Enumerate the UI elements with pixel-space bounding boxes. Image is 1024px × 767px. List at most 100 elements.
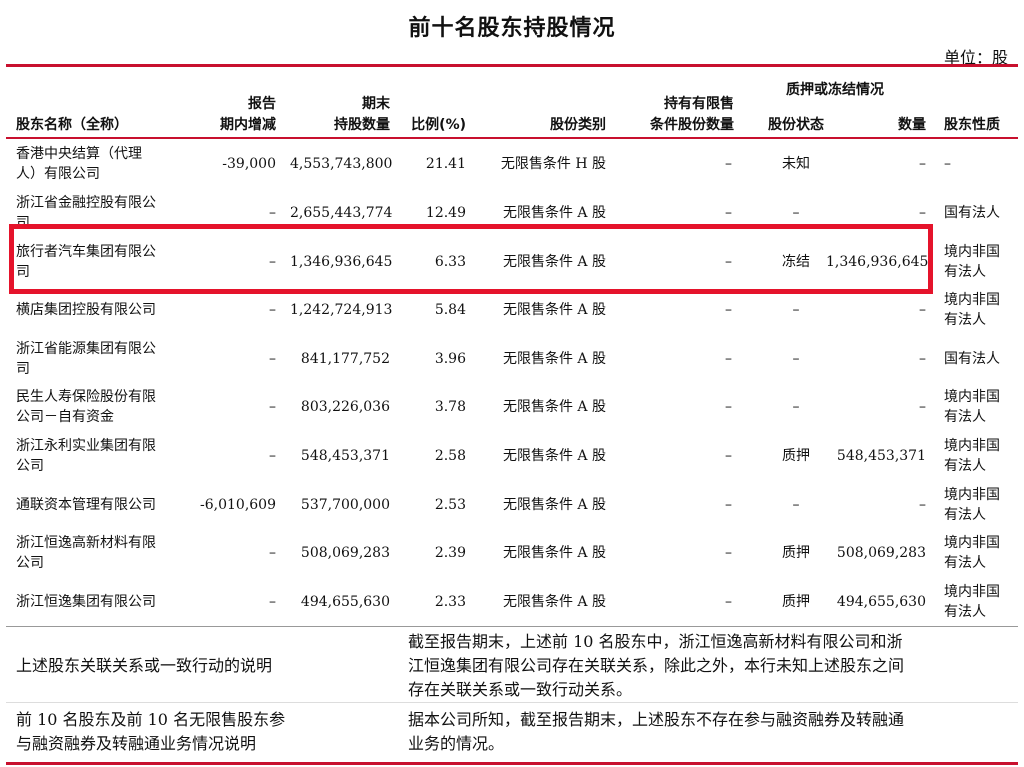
cell-text: 5.84 [434,302,466,319]
cell-text: 1,242,724,913 [290,302,393,319]
cell-nature: 境内非国 有法人 [944,533,1016,573]
header-class: 股份类别 [550,117,606,133]
cell-pqty: 508,069,283 [826,543,926,563]
cell-text: 3.96 [434,350,466,367]
cell-text: – [725,302,732,319]
cell-text: 通联资本管理有限公司 [16,496,156,513]
cell-text: 司 [16,360,30,377]
cell-text: 境内非国 [944,389,1000,406]
cell-text: 841,177,752 [300,350,390,367]
cell-text: – [725,496,732,513]
cell-pqty: – [826,349,926,369]
cell-change: – [186,592,276,612]
cell-text: 浙江省金融控股有限公 [16,194,156,211]
cell-pct: 2.53 [400,495,466,515]
cell-pct: 3.96 [400,349,466,369]
note-text-line: 据本公司所知，截至报告期末，上述股东不存在参与融资融券及转融通 [408,710,905,729]
cell-text: – [919,302,926,319]
cell-text: – [919,204,926,221]
cell-pqty: – [826,203,926,223]
cell-text: – [269,350,276,367]
cell-pqty: – [826,397,926,417]
cell-nature: 国有法人 [944,349,1016,369]
cell-change: – [186,543,276,563]
cell-pct: 5.84 [400,300,466,320]
cell-pct: 2.39 [400,543,466,563]
cell-restricted: – [620,300,732,320]
cell-text: 境内非国 [944,486,1000,503]
cell-nature: 境内非国 有法人 [944,582,1016,622]
cell-text: 有法人 [944,457,986,474]
note-text-line: 存在关联关系或一致行动关系。 [408,680,633,699]
cell-qty: 1,242,724,913 [290,300,393,320]
cell-name: 浙江省能源集团有限公司 [16,339,186,379]
note-text: 据本公司所知，截至报告期末，上述股东不存在参与融资融券及转融通 业务的情况。 [408,708,1018,756]
cell-change: – [186,397,276,417]
cell-name: 香港中央结算（代理 人）有限公司 [16,144,186,184]
cell-text: 508,069,283 [300,545,390,562]
cell-text: 2.53 [434,496,466,513]
cell-text: 无限售条件 A 股 [502,593,606,610]
cell-text: 无限售条件 A 股 [502,204,606,221]
notes-rule [6,626,1018,627]
cell-qty: 537,700,000 [290,495,390,515]
cell-qty: 2,655,443,774 [290,203,392,223]
cell-text: 508,069,283 [836,545,926,562]
header-pledge-qty: 数量 [898,117,926,133]
cell-text: -6,010,609 [200,496,276,513]
cell-text: 21.41 [425,156,466,173]
cell-name: 民生人寿保险股份有限 公司－自有资金 [16,387,186,427]
cell-text: 3.78 [434,399,466,416]
cell-text: – [725,545,732,562]
cell-pqty: – [826,495,926,515]
cell-pct: 12.49 [400,203,466,223]
cell-text: 浙江省能源集团有限公 [16,340,156,357]
cell-text: 2.58 [434,447,466,464]
bottom-rule [6,762,1018,765]
cell-pct: 21.41 [400,154,466,174]
cell-text: 浙江恒逸集团有限公司 [16,593,156,610]
cell-nature: 境内非国 有法人 [944,242,1016,282]
cell-text: 无限售条件 A 股 [502,399,606,416]
cell-cls: 无限售条件 A 股 [480,300,606,320]
cell-text: 12.49 [425,204,466,221]
cell-text: – [269,593,276,610]
cell-restricted: – [620,495,732,515]
cell-name: 浙江永利实业集团有限 公司 [16,436,186,476]
cell-name: 通联资本管理有限公司 [16,495,186,515]
cell-restricted: – [620,592,732,612]
cell-pct: 2.58 [400,446,466,466]
header-restricted: 持有有限售 条件股份数量 [650,96,734,133]
cell-pqty: 548,453,371 [826,446,926,466]
cell-nature: 境内非国 有法人 [944,436,1016,476]
header-pct: 比例(%) [411,117,466,133]
cell-text: 民生人寿保险股份有限 [16,389,156,406]
cell-text: 有法人 [944,263,986,280]
cell-cls: 无限售条件 A 股 [480,592,606,612]
cell-name: 浙江恒逸集团有限公司 [16,592,186,612]
cell-text: 2.33 [434,593,466,610]
cell-text: 公司－自有资金 [16,409,114,426]
cell-name: 浙江恒逸高新材料有限 公司 [16,533,186,573]
cell-text: 横店集团控股有限公司 [16,302,156,319]
cell-text: – [269,302,276,319]
header-change: 报告 期内增减 [220,96,276,133]
cell-cls: 无限售条件 A 股 [480,495,606,515]
cell-text: 803,226,036 [300,399,390,416]
cell-text: 有法人 [944,603,986,620]
cell-cls: 无限售条件 H 股 [480,154,606,174]
cell-text: 境内非国 [944,243,1000,260]
highlight-box [9,224,933,294]
cell-text: 公司 [16,555,44,572]
cell-qty: 508,069,283 [290,543,390,563]
cell-text: 无限售条件 A 股 [502,302,606,319]
cell-change: – [186,446,276,466]
cell-restricted: – [620,446,732,466]
cell-text: 国有法人 [944,350,1000,367]
cell-text: 548,453,371 [300,447,390,464]
note-label-line: 与融资融券及转融通业务情况说明 [16,734,257,753]
cell-text: 有法人 [944,555,986,572]
cell-text: – [919,399,926,416]
cell-text: 境内非国 [944,292,1000,309]
cell-text: 浙江恒逸高新材料有限 [16,535,156,552]
